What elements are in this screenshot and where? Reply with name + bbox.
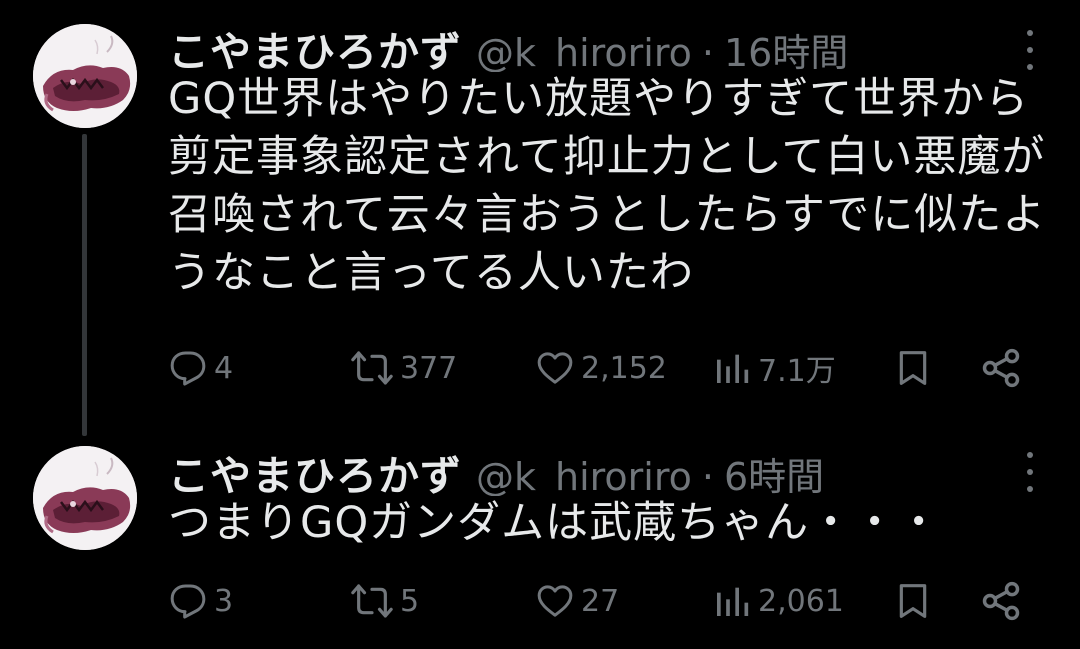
heart-icon: [537, 352, 573, 384]
tweet-text: GQ世界はやりたい放題やりすぎて世界から剪定事象認定されて抑止力として白い悪魔が…: [168, 74, 1047, 298]
tweet[interactable]: こやまひろかず @k_hiroriro · 6時間 つまりGQガンダムは武蔵ちゃ…: [0, 430, 1080, 649]
action-bar: 4 377 2,152 7.1万: [0, 343, 1080, 393]
action-bar: 3 5 27 2,061: [0, 576, 1080, 626]
timestamp[interactable]: 6時間: [724, 446, 824, 496]
tweet[interactable]: こやまひろかず @k_hiroriro · 16時間 GQ世界はやりたい放題やり…: [0, 0, 1080, 436]
tweet-header: こやまひろかず @k_hiroriro · 6時間: [168, 442, 1005, 496]
views-button[interactable]: 7.1万: [712, 343, 836, 393]
like-count: 27: [581, 583, 620, 619]
views-count: 2,061: [758, 583, 844, 619]
display-name[interactable]: こやまひろかず: [168, 442, 462, 496]
views-icon: [717, 354, 749, 383]
reply-button[interactable]: 3: [168, 576, 233, 626]
tweet-text: つまりGQガンダムは武蔵ちゃん・・・: [168, 498, 942, 548]
like-count: 2,152: [581, 350, 667, 386]
avatar[interactable]: [33, 446, 137, 550]
reply-count: 4: [214, 350, 234, 386]
separator: ·: [701, 455, 714, 496]
views-icon: [717, 587, 749, 616]
user-handle[interactable]: @k_hiroriro: [476, 31, 692, 72]
heart-icon: [537, 585, 573, 617]
more-icon[interactable]: [1026, 452, 1034, 492]
views-button[interactable]: 2,061: [712, 576, 844, 626]
share-icon: [982, 581, 1020, 621]
retweet-icon: [351, 584, 393, 618]
timestamp[interactable]: 16時間: [724, 22, 848, 72]
user-handle[interactable]: @k_hiroriro: [476, 455, 692, 496]
retweet-count: 5: [400, 583, 420, 619]
reply-icon: [170, 351, 206, 386]
like-button[interactable]: 27: [535, 576, 619, 626]
retweet-button[interactable]: 5: [350, 576, 419, 626]
share-button[interactable]: [979, 343, 1023, 393]
views-count: 7.1万: [758, 354, 836, 389]
bookmark-icon: [899, 584, 927, 618]
share-icon: [982, 348, 1020, 388]
reply-button[interactable]: 4: [168, 343, 233, 393]
display-name[interactable]: こやまひろかず: [168, 18, 462, 72]
avatar[interactable]: [33, 24, 137, 128]
retweet-count: 377: [400, 350, 458, 386]
retweet-button[interactable]: 377: [350, 343, 457, 393]
bookmark-button[interactable]: [893, 343, 933, 393]
retweet-icon: [351, 351, 393, 385]
like-button[interactable]: 2,152: [535, 343, 667, 393]
bookmark-button[interactable]: [893, 576, 933, 626]
bookmark-icon: [899, 351, 927, 385]
share-button[interactable]: [979, 576, 1023, 626]
reply-icon: [170, 584, 206, 619]
tweet-header: こやまひろかず @k_hiroriro · 16時間: [168, 18, 1005, 72]
more-icon[interactable]: [1026, 30, 1034, 70]
reply-count: 3: [214, 583, 234, 619]
separator: ·: [701, 31, 714, 72]
